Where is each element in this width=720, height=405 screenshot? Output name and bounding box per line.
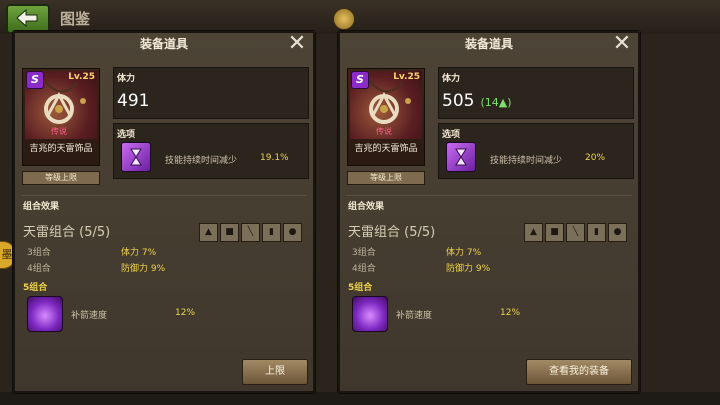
armor-icon[interactable]: ■ [545, 223, 564, 242]
bonus5-value: 12% [500, 308, 521, 318]
hourglass-glyph [130, 148, 142, 166]
set-row-label: 4组合 [27, 264, 51, 274]
option-label: 选项 [442, 130, 461, 140]
panel-title: 装备道具 [139, 37, 188, 51]
helmet-icon[interactable]: ▲ [524, 223, 543, 242]
weapon-icon[interactable]: ╲ [241, 223, 260, 242]
set-row-label: 3组合 [352, 248, 376, 258]
level-cap-label: 等级上限 [22, 171, 100, 185]
item-name: 吉兆的天雷饰品 [354, 144, 418, 154]
hourglass-icon [121, 142, 151, 172]
page-title: 图鉴 [60, 10, 91, 28]
panel-title: 装备道具 [464, 37, 513, 51]
equipped-item-panel: 装备道具 ✕ S Lv.25 传说 吉兆的天雷饰品 等级上限 体力 491 选项… [12, 30, 316, 394]
hourglass-icon [446, 142, 476, 172]
item-rarity: 传说 [376, 127, 392, 136]
hp-number: 491 [117, 91, 150, 111]
option-text: 技能持续时间减少 [490, 156, 563, 166]
item-level: Lv.25 [393, 72, 420, 82]
set-slots: ▲ ■ ╲ ▮ ● [524, 219, 629, 242]
back-arrow-icon [16, 9, 38, 27]
bonus5-text: 补箭速度 [396, 311, 433, 321]
item-card: S Lv.25 传说 吉兆的天雷饰品 [22, 68, 100, 166]
hourglass-glyph [455, 148, 467, 166]
boots-icon[interactable]: ▮ [587, 223, 606, 242]
view-my-equipment-button[interactable]: 查看我的装备 [526, 359, 632, 385]
item-name: 吉兆的天雷饰品 [29, 144, 93, 154]
set-row-value: 防御力 9% [446, 264, 491, 274]
hp-label: 体力 [117, 74, 136, 84]
item-rarity: 传说 [51, 127, 67, 136]
set-row-value: 体力 7% [121, 248, 157, 258]
level-cap-label: 等级上限 [347, 171, 425, 185]
compare-item-panel: 装备道具 ✕ S Lv.25 传说 吉兆的天雷饰品 等级上限 体力 505 (14… [337, 30, 641, 394]
close-icon[interactable]: ✕ [287, 33, 307, 55]
set-row-label: 4组合 [352, 264, 376, 274]
hp-value: 505 (14▲) [442, 91, 512, 111]
close-icon[interactable]: ✕ [612, 33, 632, 55]
accessory-icon[interactable]: ● [283, 223, 302, 242]
option-value: 20% [585, 153, 606, 163]
divider [346, 195, 632, 196]
boots-icon[interactable]: ▮ [262, 223, 281, 242]
limit-button[interactable]: 上限 [242, 359, 308, 385]
hp-number: 505 [442, 91, 475, 111]
bonus5-text: 补箭速度 [71, 311, 108, 321]
option-value: 19.1% [260, 153, 289, 163]
swirl-icon [27, 296, 63, 332]
option-label: 选项 [117, 130, 136, 140]
set-name: 天雷组合 (5/5) [348, 225, 436, 240]
divider [21, 195, 307, 196]
bonus5-value: 12% [175, 308, 196, 318]
set-section-label: 组合效果 [23, 202, 60, 212]
armor-icon[interactable]: ■ [220, 223, 239, 242]
option-text: 技能持续时间减少 [165, 156, 238, 166]
weapon-icon[interactable]: ╲ [566, 223, 585, 242]
swirl-icon [352, 296, 388, 332]
bonus5-label: 5组合 [23, 283, 48, 293]
helmet-icon[interactable]: ▲ [199, 223, 218, 242]
accessory-icon[interactable]: ● [608, 223, 627, 242]
item-level: Lv.25 [68, 72, 95, 82]
item-card: S Lv.25 传说 吉兆的天雷饰品 [347, 68, 425, 166]
set-section-label: 组合效果 [348, 202, 385, 212]
grade-badge: S [26, 71, 44, 89]
hp-diff: (14▲) [480, 96, 512, 109]
set-row-value: 防御力 9% [121, 264, 166, 274]
set-row-label: 3组合 [27, 248, 51, 258]
grade-badge: S [351, 71, 369, 89]
hp-value: 491 [117, 91, 155, 111]
top-bar [0, 0, 720, 34]
set-slots: ▲ ■ ╲ ▮ ● [199, 219, 304, 242]
hp-label: 体力 [442, 74, 461, 84]
set-row-value: 体力 7% [446, 248, 482, 258]
coin-icon [333, 8, 355, 30]
set-name: 天雷组合 (5/5) [23, 225, 111, 240]
bonus5-label: 5组合 [348, 283, 373, 293]
